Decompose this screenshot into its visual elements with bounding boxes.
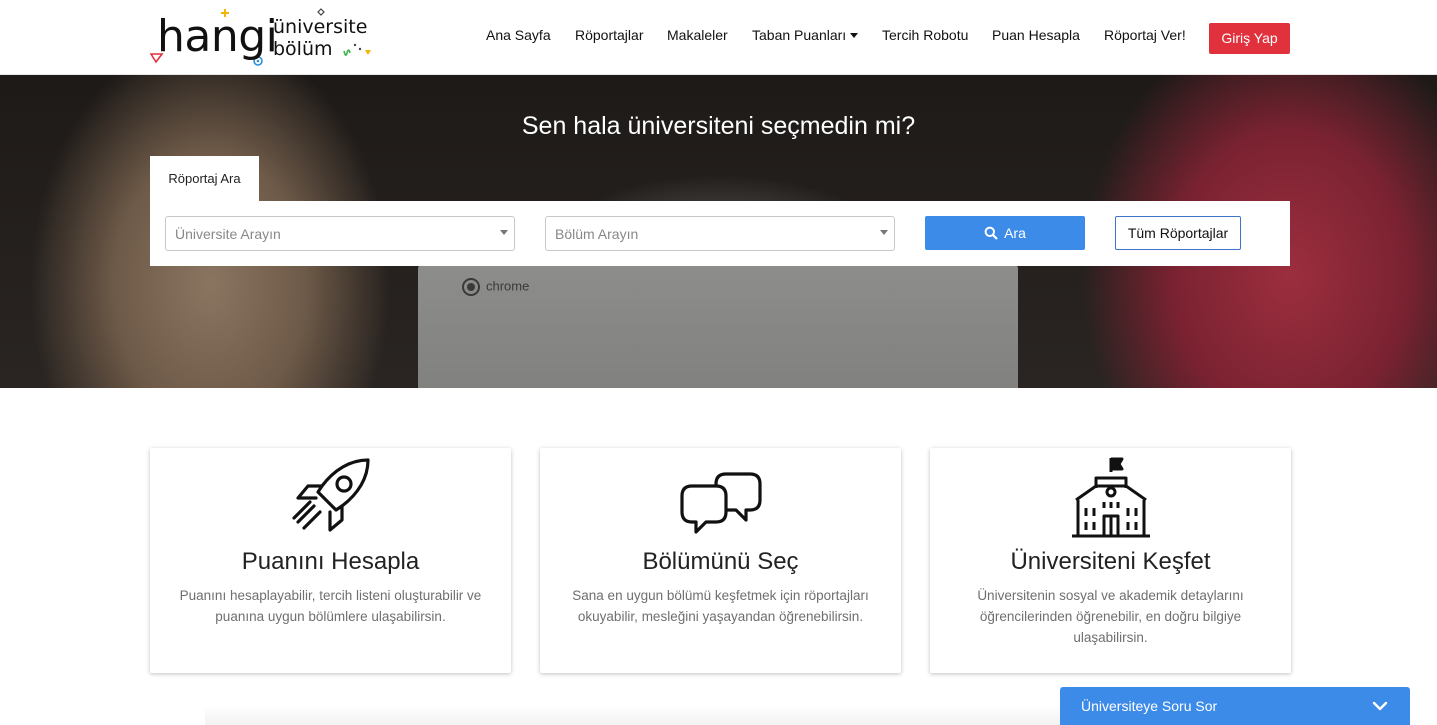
card-description: Puanını hesaplayabilir, tercih listeni o… <box>179 588 482 624</box>
select-arrow-icon <box>500 230 508 235</box>
logo-word-bolum: bölüm <box>273 38 333 60</box>
tab-roportaj-ara[interactable]: Röportaj Ara <box>150 156 259 202</box>
nav-makaleler[interactable]: Makaleler <box>667 27 728 43</box>
top-navbar: hangi üniversite bölüm Ana Sayfa Röporta… <box>0 0 1437 75</box>
search-button[interactable]: Ara <box>925 216 1085 250</box>
university-select[interactable]: Üniversite Arayın <box>165 216 515 251</box>
chat-widget-label: Üniversiteye Soru Sor <box>1081 698 1218 714</box>
chrome-text: chrome <box>486 278 530 294</box>
university-building-icon <box>1072 457 1150 538</box>
nav-roportaj-ver[interactable]: Röportaj Ver! <box>1104 27 1186 43</box>
select-arrow-icon <box>880 230 888 235</box>
feature-card-puan-hesapla[interactable]: Puanını Hesapla Puanını hesaplayabilir, … <box>150 448 511 673</box>
nav-ana-sayfa[interactable]: Ana Sayfa <box>486 27 551 43</box>
feature-card-universiteni-kesfet[interactable]: Üniversiteni Keşfet Üniversitenin sosyal… <box>930 448 1291 673</box>
search-icon <box>984 226 998 240</box>
nav-taban-puanlari-label: Taban Puanları <box>752 27 847 43</box>
nav-roportajlar[interactable]: Röportajlar <box>575 27 643 43</box>
feature-card-bolumunu-sec[interactable]: Bölümünü Seç Sana en uygun bölümü keşfet… <box>540 448 901 673</box>
chat-bubbles-icon <box>680 472 762 534</box>
search-button-label: Ara <box>1004 225 1026 241</box>
all-interviews-button[interactable]: Tüm Röportajlar <box>1115 216 1241 250</box>
chevron-down-icon[interactable] <box>1372 698 1388 714</box>
chrome-logo: chrome <box>462 278 582 298</box>
search-panel: Üniversite Arayın Bölüm Arayın Ara Tüm R… <box>150 201 1290 266</box>
nav-puan-hesapla[interactable]: Puan Hesapla <box>992 27 1080 43</box>
card-title: Üniversiteni Keşfet <box>1010 548 1211 575</box>
logo-word-universite: üniversite <box>273 16 368 38</box>
nav-taban-puanlari-dropdown[interactable]: Taban Puanları <box>752 27 859 43</box>
card-description: Üniversitenin sosyal ve akademik detayla… <box>977 588 1244 645</box>
site-logo[interactable]: hangi üniversite bölüm <box>150 8 380 70</box>
login-button[interactable]: Giriş Yap <box>1209 23 1290 54</box>
section-shadow <box>205 705 1065 725</box>
card-description: Sana en uygun bölümü keşfetmek için röpo… <box>572 588 869 624</box>
department-select[interactable]: Bölüm Arayın <box>545 216 895 251</box>
nav-tercih-robotu[interactable]: Tercih Robotu <box>882 27 968 43</box>
rocket-icon <box>292 458 370 532</box>
caret-down-icon <box>850 33 859 38</box>
university-select-placeholder: Üniversite Arayın <box>175 226 281 242</box>
ask-university-chat-widget[interactable]: Üniversiteye Soru Sor <box>1060 687 1410 725</box>
logo-word-hangi: hangi <box>157 11 278 62</box>
hero-title: Sen hala üniversiteni seçmedin mi? <box>521 112 916 140</box>
department-select-placeholder: Bölüm Arayın <box>555 226 639 242</box>
card-title: Puanını Hesapla <box>241 548 420 575</box>
chrome-icon <box>462 278 480 296</box>
card-title: Bölümünü Seç <box>642 548 799 575</box>
